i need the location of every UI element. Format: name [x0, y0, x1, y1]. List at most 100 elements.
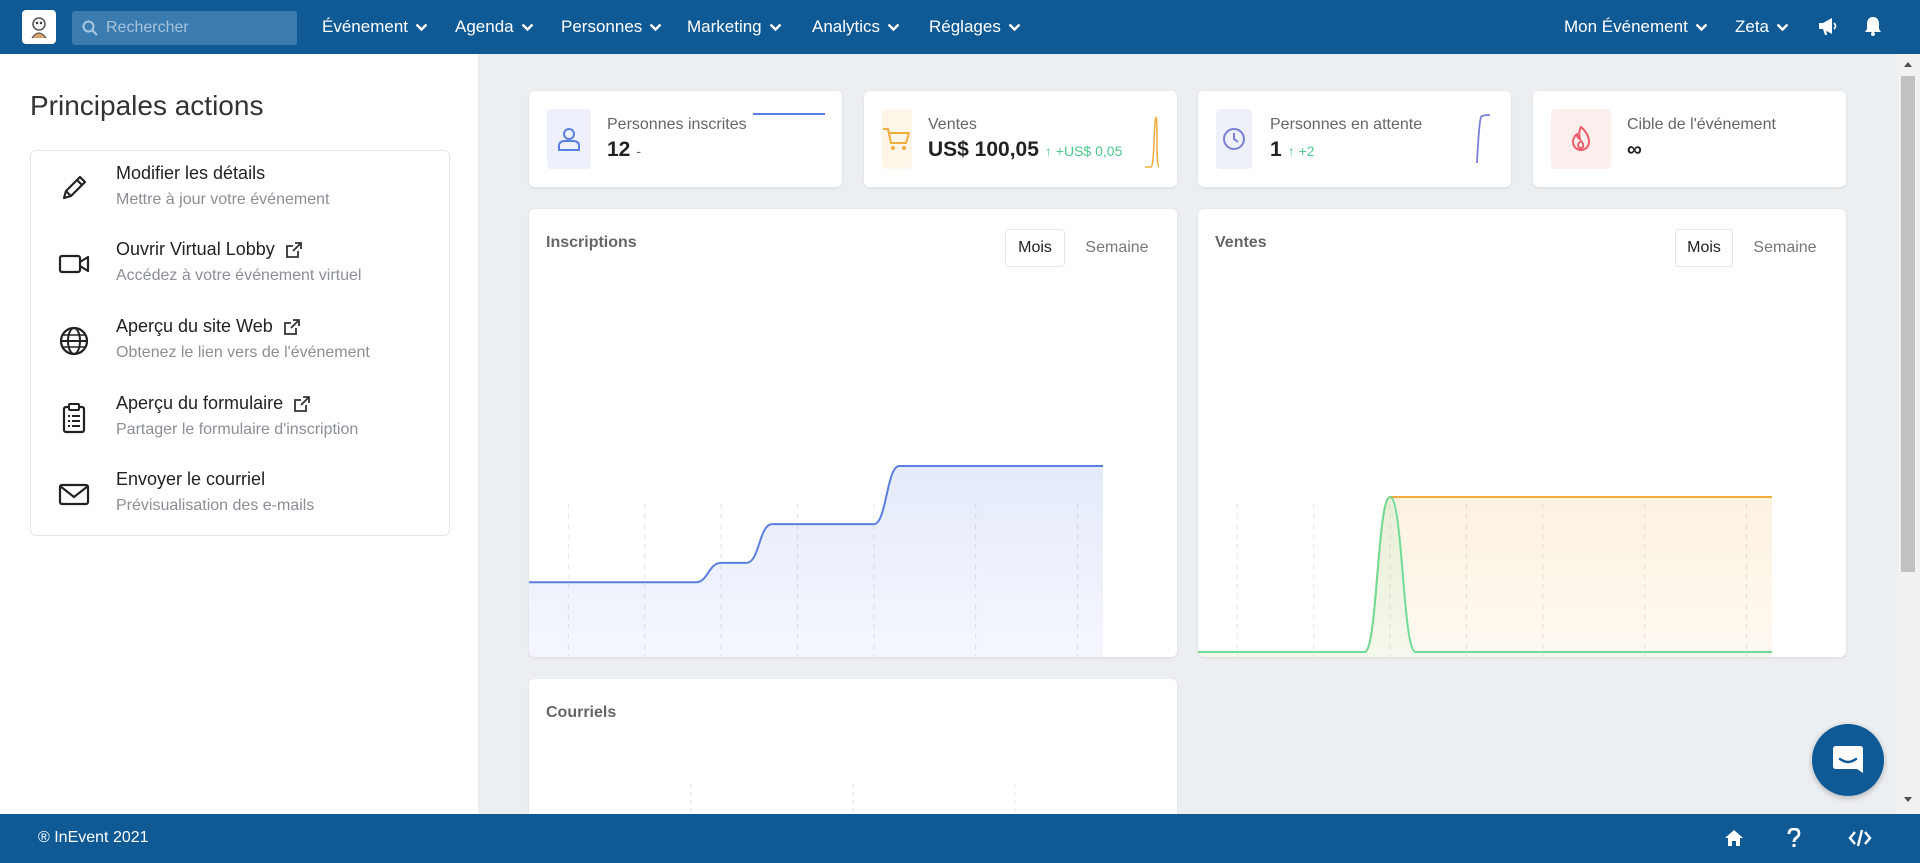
- scrollbar-thumb[interactable]: [1901, 76, 1915, 572]
- clipboard-icon: [62, 403, 86, 434]
- series-area: [529, 466, 1103, 657]
- action-title-text: Ouvrir Virtual Lobby: [116, 239, 275, 259]
- action-title: Ouvrir Virtual Lobby: [116, 239, 303, 260]
- action-subtitle: Prévisualisation des e-mails: [116, 497, 315, 514]
- external-link-icon: [285, 241, 302, 258]
- nav-label: Analytics: [812, 17, 881, 36]
- page-scrollbar[interactable]: [1897, 54, 1920, 814]
- action-title-text: Aperçu du site Web: [116, 316, 273, 336]
- stat-card-waiting[interactable]: Personnes en attente 1 ↑ +2: [1198, 91, 1511, 187]
- chevron-down-icon: [521, 23, 533, 31]
- stat-card-registered[interactable]: Personnes inscrites 12-: [529, 91, 842, 187]
- stat-label: Cible de l'événement: [1627, 116, 1776, 133]
- cart-icon: [883, 128, 910, 150]
- action-title-text: Modifier les détails: [116, 163, 266, 183]
- sparkline: [753, 113, 825, 115]
- action-title-text: Envoyer le courriel: [116, 469, 266, 489]
- sparkline: [1145, 116, 1160, 168]
- stat-value-text: US$ 100,05: [928, 138, 1039, 161]
- nav-label: Agenda: [455, 17, 514, 36]
- action-subtitle: Partager le formulaire d'inscription: [116, 421, 359, 438]
- action-subtitle: Accédez à votre événement virtuel: [116, 267, 362, 284]
- search-icon: [82, 20, 98, 36]
- nav-analytics[interactable]: Analytics: [812, 0, 900, 54]
- sparkline: [1476, 114, 1491, 164]
- scroll-up-arrow-icon[interactable]: [1903, 60, 1913, 68]
- chevron-down-icon: [649, 23, 662, 31]
- stat-label: Personnes inscrites: [607, 116, 747, 133]
- action-title: Aperçu du site Web: [116, 316, 301, 337]
- stat-icon-box: [1216, 109, 1252, 169]
- user-menu[interactable]: Zeta: [1735, 0, 1789, 54]
- scroll-down-arrow-icon[interactable]: [1903, 796, 1913, 804]
- chevron-down-icon: [1776, 23, 1789, 31]
- logo-icon: [31, 17, 47, 39]
- nav-reglages[interactable]: Réglages: [929, 0, 1021, 54]
- chevron-down-icon: [1695, 23, 1708, 31]
- action-edit-details[interactable]: Modifier les détails Mettre à jour votre…: [31, 151, 451, 227]
- stat-card-sales[interactable]: Ventes US$ 100,05 ↑ +US$ 0,05: [864, 91, 1177, 187]
- user-icon: [558, 128, 580, 151]
- help-question-icon[interactable]: [1787, 828, 1801, 848]
- stat-delta: ↑ +US$ 0,05: [1044, 143, 1123, 159]
- nav-label: Marketing: [687, 17, 762, 36]
- envelope-icon: [58, 483, 90, 506]
- stat-value: US$ 100,05 ↑ +US$ 0,05: [928, 138, 1122, 162]
- nav-personnes[interactable]: Personnes: [561, 0, 662, 54]
- clock-icon: [1223, 128, 1245, 150]
- nav-agenda[interactable]: Agenda: [455, 0, 534, 54]
- action-subtitle: Obtenez le lien vers de l'événement: [116, 344, 370, 361]
- inscriptions-chart-card: Inscriptions Mois Semaine 18 Jul21 Jul24…: [529, 209, 1177, 657]
- chevron-down-icon: [1008, 23, 1021, 31]
- user-menu-label: Zeta: [1735, 17, 1770, 36]
- search-input[interactable]: [106, 19, 286, 37]
- action-preview-form[interactable]: Aperçu du formulaire Partager le formula…: [31, 381, 451, 457]
- event-selector[interactable]: Mon Événement: [1564, 0, 1708, 54]
- nav-label: Événement: [322, 17, 408, 36]
- external-link-icon: [294, 395, 310, 412]
- chat-icon: [1833, 746, 1863, 773]
- nav-label: Réglages: [929, 17, 1001, 36]
- megaphone-icon[interactable]: [1816, 15, 1838, 37]
- home-icon[interactable]: [1723, 828, 1745, 848]
- footer-bar: ® InEvent 2021: [0, 814, 1920, 863]
- event-selector-label: Mon Événement: [1564, 17, 1688, 36]
- main-actions-panel: Principales actions Modifier les détails…: [0, 54, 478, 814]
- chat-launcher-button[interactable]: [1812, 724, 1884, 796]
- stat-value-text: 1: [1270, 138, 1282, 161]
- action-preview-website[interactable]: Aperçu du site Web Obtenez le lien vers …: [31, 304, 451, 380]
- copyright-text: ® InEvent 2021: [38, 829, 149, 846]
- search-box[interactable]: [72, 11, 297, 45]
- action-title: Envoyer le courriel: [116, 469, 265, 490]
- action-open-virtual-lobby[interactable]: Ouvrir Virtual Lobby Accédez à votre évé…: [31, 227, 451, 303]
- nav-evenement[interactable]: Événement: [322, 0, 428, 54]
- chevron-down-icon: [887, 23, 900, 31]
- stat-value-text: ∞: [1627, 138, 1642, 161]
- chevron-down-icon: [415, 23, 428, 31]
- external-link-icon: [283, 318, 300, 335]
- sales-chart: 18 Jul21 Jul24 Jul27 Jul30 Jul02 Aug06 A…: [1198, 495, 1772, 657]
- stat-label: Personnes en attente: [1270, 116, 1423, 133]
- stat-card-target[interactable]: Cible de l'événement ∞: [1533, 91, 1846, 187]
- panel-title: Principales actions: [30, 90, 264, 121]
- action-title-text: Aperçu du formulaire: [116, 393, 284, 413]
- actions-list: Modifier les détails Mettre à jour votre…: [30, 150, 450, 536]
- bell-icon[interactable]: [1862, 15, 1884, 37]
- stat-delta: -: [636, 143, 642, 159]
- code-icon[interactable]: [1848, 828, 1872, 848]
- action-send-email[interactable]: Envoyer le courriel Prévisualisation des…: [31, 457, 451, 533]
- stat-delta: ↑ +2: [1287, 143, 1315, 159]
- series-area: [1198, 497, 1772, 657]
- nav-marketing[interactable]: Marketing: [687, 0, 782, 54]
- app-logo[interactable]: [22, 10, 56, 44]
- stat-value: 12-: [607, 138, 641, 162]
- stat-value: ∞: [1627, 138, 1642, 162]
- stat-value-text: 12: [607, 138, 631, 161]
- stat-icon-box: [882, 109, 912, 169]
- globe-icon: [59, 326, 89, 356]
- top-navigation-bar: Événement Agenda Personnes Marketing Ana…: [0, 0, 1920, 54]
- action-title: Aperçu du formulaire: [116, 393, 311, 414]
- chevron-down-icon: [769, 23, 781, 31]
- stat-value: 1 ↑ +2: [1270, 138, 1315, 162]
- nav-label: Personnes: [561, 17, 643, 36]
